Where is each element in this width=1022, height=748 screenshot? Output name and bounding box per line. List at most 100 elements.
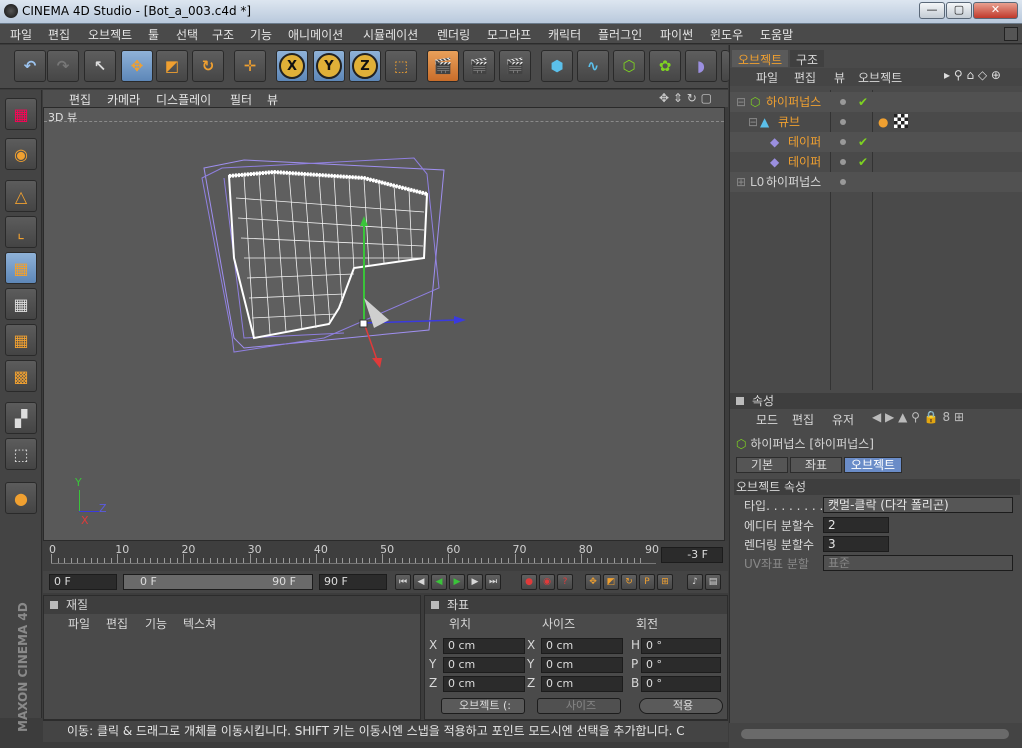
- viewport-menu-edit[interactable]: 편집: [69, 91, 91, 108]
- object-row-taper-1[interactable]: ◆ 테이퍼 ✔: [730, 132, 1022, 152]
- tab-structure[interactable]: 구조: [790, 50, 825, 67]
- tab-objects[interactable]: 오브젝트: [732, 50, 789, 67]
- menu-tools[interactable]: 툴: [148, 26, 159, 43]
- rotate-tool-icon[interactable]: ↻: [192, 50, 224, 82]
- undo-icon[interactable]: ↶: [14, 50, 46, 82]
- coord-rot-field[interactable]: 0 °: [641, 676, 721, 692]
- attr-tab-basic[interactable]: 기본: [736, 457, 788, 473]
- attr-uv-subdiv-select[interactable]: 표준: [823, 555, 1013, 571]
- hypernurbs-icon[interactable]: ⬡: [613, 50, 645, 82]
- material-menu-edit[interactable]: 편집: [106, 615, 128, 632]
- recent-tool-icon[interactable]: ✛: [234, 50, 266, 82]
- prev-key-icon[interactable]: ◀: [413, 574, 429, 590]
- material-menu-function[interactable]: 기능: [145, 615, 167, 632]
- toolbar-overflow[interactable]: [721, 50, 729, 82]
- make-editable-icon[interactable]: ◉: [5, 138, 37, 170]
- menu-mograph[interactable]: 모그라프: [487, 26, 531, 43]
- layout-icon[interactable]: [1004, 27, 1018, 41]
- close-button[interactable]: ✕: [973, 2, 1018, 19]
- attr-tab-coord[interactable]: 좌표: [790, 457, 842, 473]
- object-menu-edit[interactable]: 편집: [794, 69, 816, 86]
- viewport-3d[interactable]: 3D 뷰 Y Z X: [43, 107, 725, 541]
- coord-mode-select[interactable]: 오브젝트 (:: [441, 698, 525, 714]
- attribute-scrollbar[interactable]: [729, 723, 1022, 748]
- coord-size-field[interactable]: 0 cm: [541, 638, 623, 654]
- timeline[interactable]: 0 10 20 30 40 50 60 70 80 90 -3 F: [43, 541, 728, 571]
- attr-type-select[interactable]: 캣멀-클락 (다각 폴리곤): [823, 497, 1013, 513]
- autokey-icon[interactable]: ◉: [539, 574, 555, 590]
- viewport-menu-camera[interactable]: 카메라: [107, 91, 140, 108]
- menu-structure[interactable]: 구조: [212, 26, 234, 43]
- render-picture-viewer-icon[interactable]: 🎬: [463, 50, 495, 82]
- coord-size-select[interactable]: 사이즈: [537, 698, 621, 714]
- texture-axis-icon[interactable]: ⬚: [5, 438, 37, 470]
- mograph-cloner-icon[interactable]: ✿: [649, 50, 681, 82]
- menu-window[interactable]: 윈도우: [710, 26, 743, 43]
- layout-view-icon[interactable]: ▦: [5, 98, 37, 130]
- key-rotation-icon[interactable]: ↻: [621, 574, 637, 590]
- coord-pos-field[interactable]: 0 cm: [443, 657, 525, 673]
- deformer-icon[interactable]: ◗: [685, 50, 717, 82]
- material-tag-icon[interactable]: ●: [878, 112, 888, 132]
- lock-y-axis-button[interactable]: Y: [313, 50, 345, 82]
- maximize-button[interactable]: ▢: [946, 2, 972, 19]
- material-menu-texture[interactable]: 텍스쳐: [183, 615, 216, 632]
- lock-z-axis-button[interactable]: Z: [349, 50, 381, 82]
- frame-range-slider[interactable]: 0 F 90 F: [123, 574, 313, 590]
- model-mode-icon[interactable]: △: [5, 180, 37, 212]
- attr-editor-subdiv-field[interactable]: 2: [823, 517, 889, 533]
- cube-primitive-icon[interactable]: ⬢: [541, 50, 573, 82]
- attr-menu-user[interactable]: 유저: [832, 411, 854, 428]
- timeline-ruler[interactable]: 0 10 20 30 40 50 60 70 80 90: [49, 543, 659, 564]
- sculpt-icon[interactable]: ●: [5, 482, 37, 514]
- coord-pos-field[interactable]: 0 cm: [443, 638, 525, 654]
- minimize-button[interactable]: —: [919, 2, 945, 19]
- next-key-icon[interactable]: ▶: [467, 574, 483, 590]
- record-icon[interactable]: ●: [521, 574, 537, 590]
- object-menu-object[interactable]: 오브젝트: [858, 69, 902, 86]
- menu-character[interactable]: 캐릭터: [548, 26, 581, 43]
- object-axis-icon[interactable]: ⌞: [5, 216, 37, 248]
- spline-icon[interactable]: ∿: [577, 50, 609, 82]
- current-frame-field[interactable]: -3 F: [661, 547, 723, 563]
- uv-mode-icon[interactable]: ▩: [5, 360, 37, 392]
- menu-plugins[interactable]: 플러그인: [598, 26, 642, 43]
- coord-rot-field[interactable]: 0 °: [641, 657, 721, 673]
- edges-mode-icon[interactable]: ▦: [5, 288, 37, 320]
- goto-end-icon[interactable]: ⏭: [485, 574, 501, 590]
- end-frame-field[interactable]: 90 F: [319, 574, 387, 590]
- play-icon[interactable]: ▶: [449, 574, 465, 590]
- scale-tool-icon[interactable]: ◩: [156, 50, 188, 82]
- coord-size-field[interactable]: 0 cm: [541, 657, 623, 673]
- object-row-hypernurbs[interactable]: ⊟ ⬡ 하이퍼넙스 ✔: [730, 92, 1022, 112]
- key-position-icon[interactable]: ✥: [585, 574, 601, 590]
- menu-object[interactable]: 오브젝트: [88, 26, 132, 43]
- attr-tab-object[interactable]: 오브젝트: [844, 457, 902, 473]
- polygons-mode-icon[interactable]: ▦: [5, 324, 37, 356]
- coordinate-system-icon[interactable]: ⬚: [385, 50, 417, 82]
- key-parameter-icon[interactable]: P: [639, 574, 655, 590]
- viewport-menu-filter[interactable]: 필터: [230, 91, 252, 108]
- coord-rot-field[interactable]: 0 °: [641, 638, 721, 654]
- timeline-layout-icon[interactable]: ▤: [705, 574, 721, 590]
- menu-animation[interactable]: 애니메이션: [288, 26, 343, 43]
- object-row-hypernurbs-2[interactable]: ⊞ L0 하이퍼넙스: [730, 172, 1022, 192]
- menu-edit[interactable]: 편집: [48, 26, 70, 43]
- scheme-icon[interactable]: ♪: [687, 574, 703, 590]
- start-frame-field[interactable]: 0 F: [49, 574, 117, 590]
- render-view-icon[interactable]: 🎬: [427, 50, 459, 82]
- menu-render[interactable]: 렌더링: [437, 26, 470, 43]
- render-settings-icon[interactable]: 🎬: [499, 50, 531, 82]
- hypernurbs-model[interactable]: [44, 108, 724, 540]
- menu-file[interactable]: 파일: [10, 26, 32, 43]
- viewport-menu-view[interactable]: 뷰: [267, 91, 278, 108]
- redo-icon[interactable]: ↷: [47, 50, 79, 82]
- lock-x-axis-button[interactable]: X: [276, 50, 308, 82]
- attr-menu-edit[interactable]: 편집: [792, 411, 814, 428]
- coord-pos-field[interactable]: 0 cm: [443, 676, 525, 692]
- points-mode-icon[interactable]: ▦: [5, 252, 37, 284]
- key-scale-icon[interactable]: ◩: [603, 574, 619, 590]
- live-selection-icon[interactable]: ↖: [84, 50, 116, 82]
- attr-render-subdiv-field[interactable]: 3: [823, 536, 889, 552]
- texture-mode-icon[interactable]: ▞: [5, 402, 37, 434]
